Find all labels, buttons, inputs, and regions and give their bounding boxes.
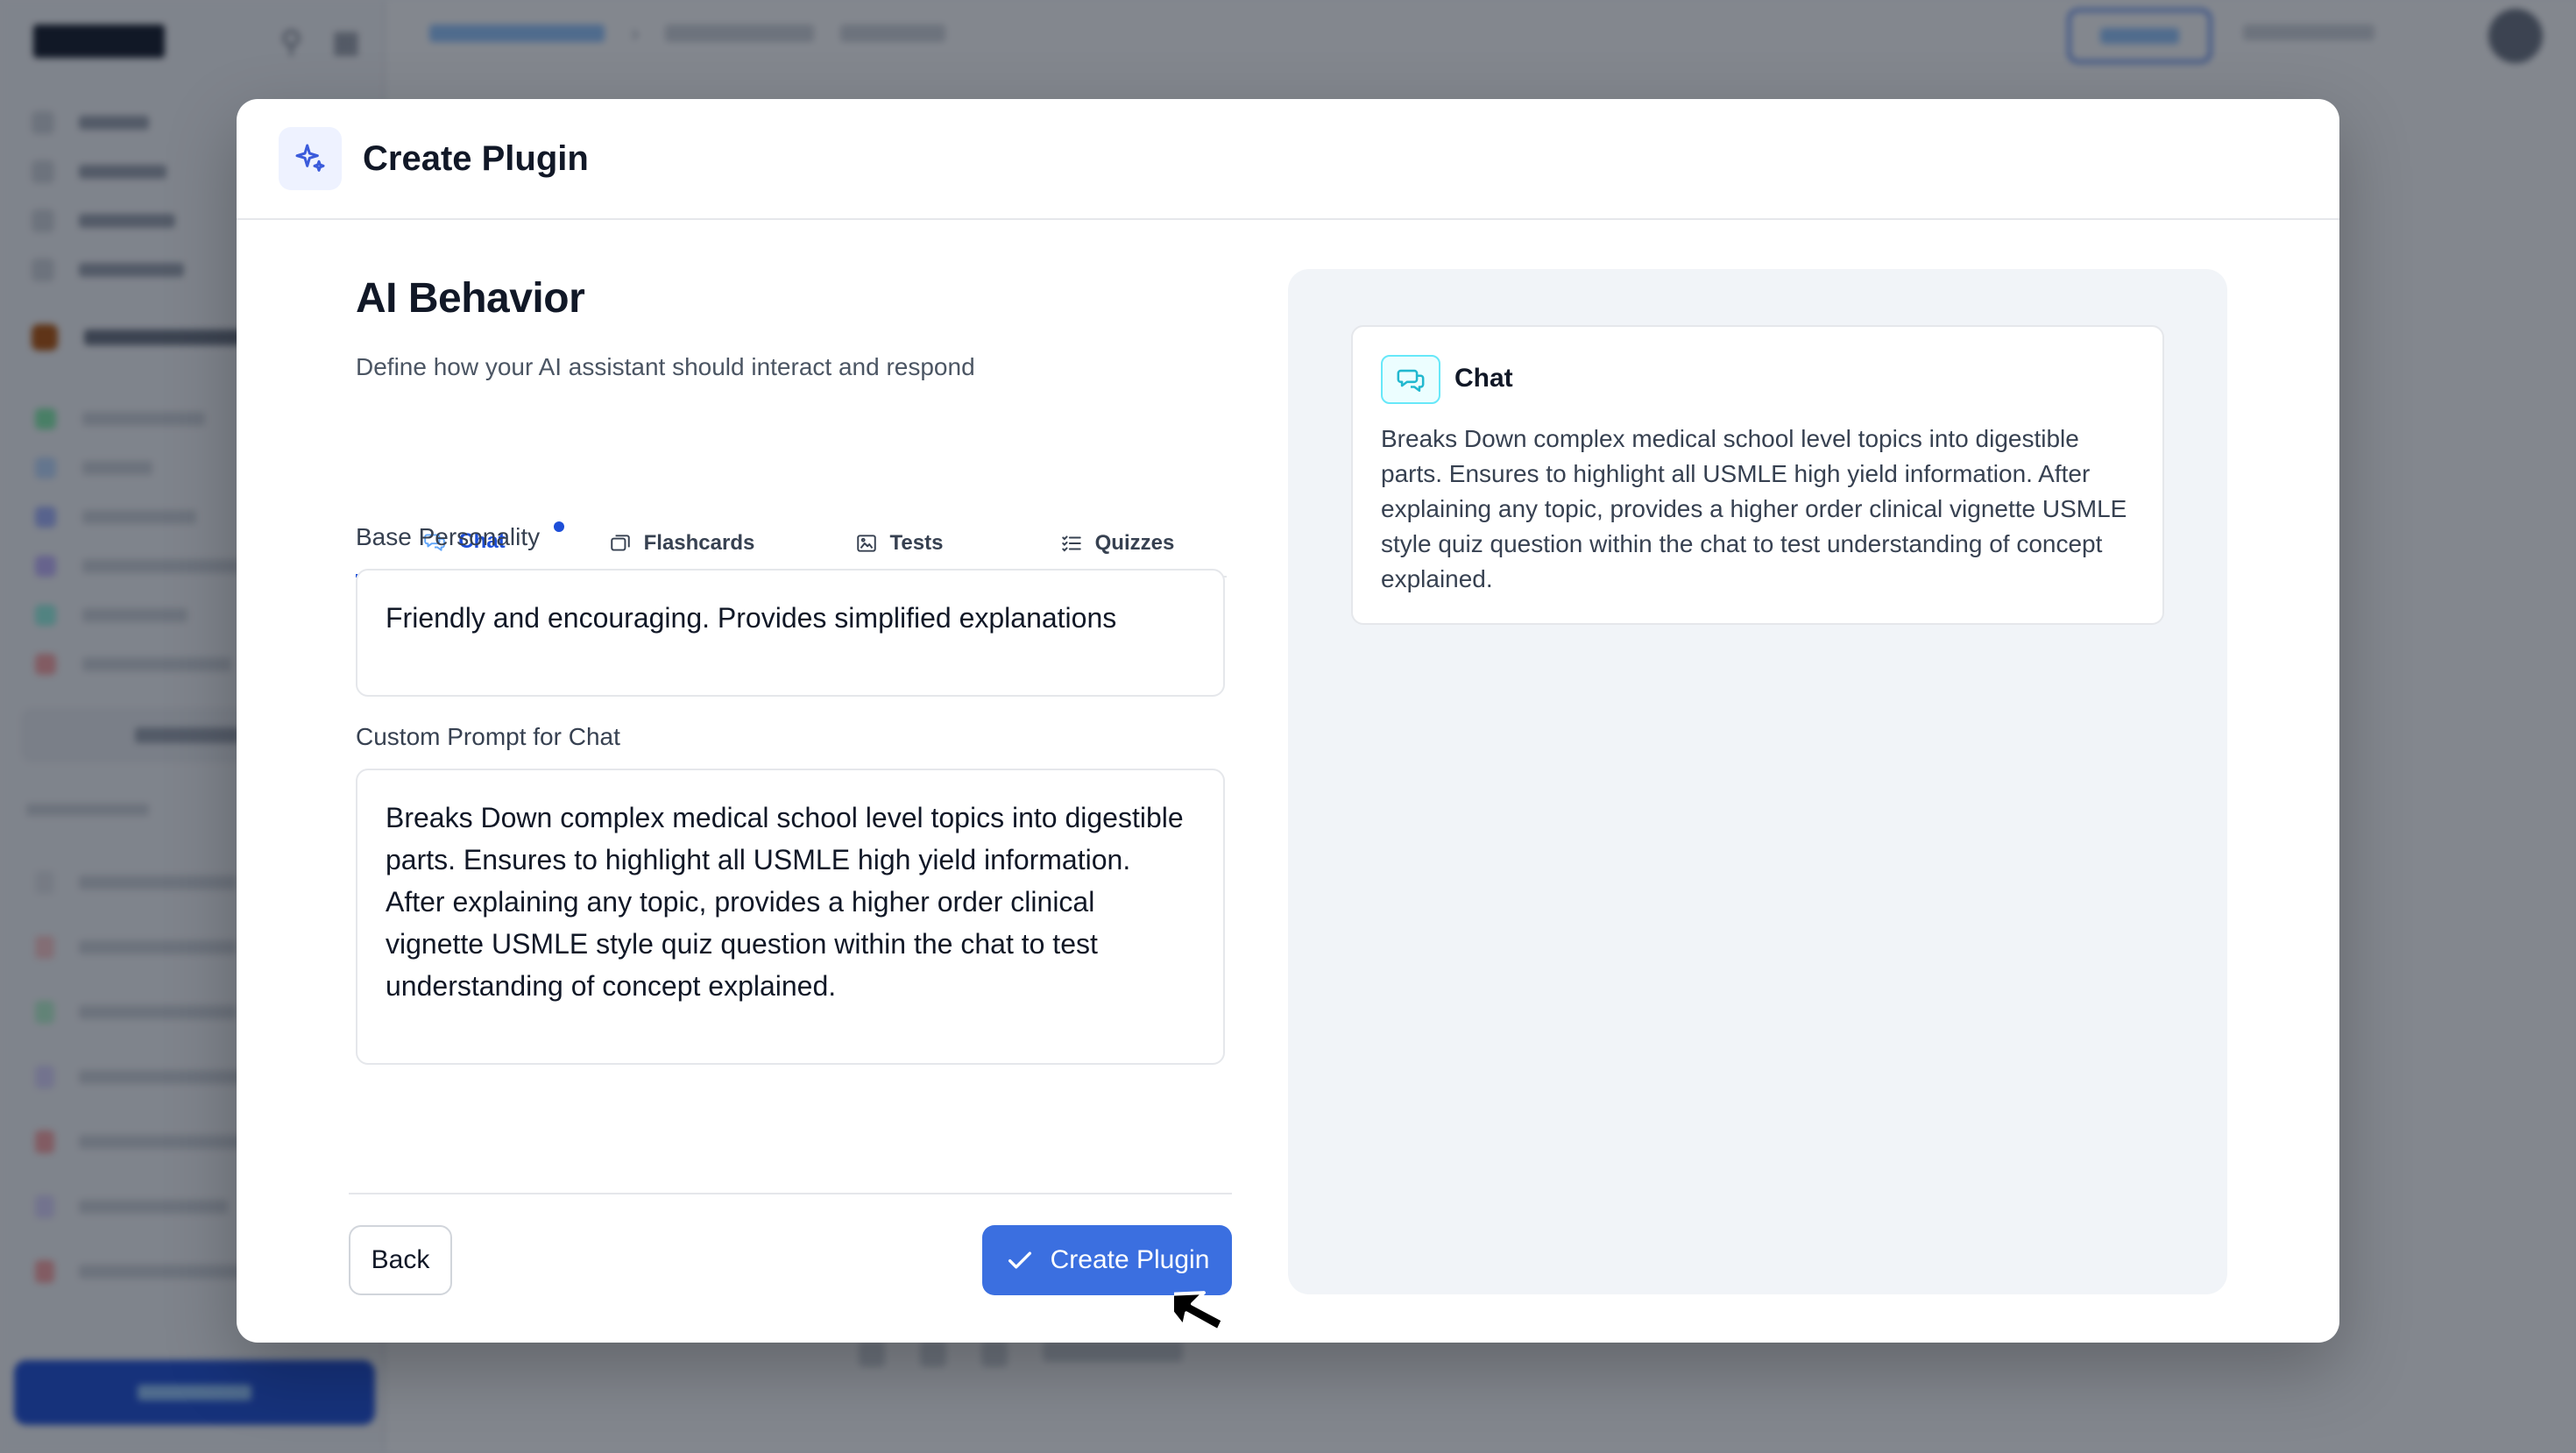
create-plugin-modal: Create Plugin AI Behavior Define how you… — [237, 99, 2339, 1343]
check-icon — [1008, 1251, 1031, 1269]
custom-prompt-input[interactable]: Breaks Down complex medical school level… — [356, 769, 1225, 1065]
tab-tests-label: Tests — [889, 531, 944, 555]
section-title: AI Behavior — [356, 275, 585, 322]
tab-indicator-dot — [554, 521, 564, 532]
preview-card: Chat Breaks Down complex medical school … — [1351, 325, 2164, 625]
preview-panel: Chat Breaks Down complex medical school … — [1288, 269, 2227, 1294]
mouse-cursor-icon — [1157, 1276, 1244, 1359]
sparkles-icon — [279, 127, 342, 190]
tab-quizzes-label: Quizzes — [1094, 531, 1175, 555]
tab-tests[interactable]: Tests — [790, 509, 1008, 578]
base-personality-label: Base Personality — [356, 523, 541, 550]
footer-divider — [349, 1193, 1232, 1194]
custom-prompt-label: Custom Prompt for Chat — [356, 723, 620, 750]
preview-title: Chat — [1454, 364, 1513, 393]
preview-text: Breaks Down complex medical school level… — [1381, 425, 2127, 592]
tab-flashcards[interactable]: Flashcards — [573, 509, 790, 578]
back-button[interactable]: Back — [349, 1225, 452, 1295]
flashcards-icon — [610, 535, 630, 551]
base-personality-input[interactable]: Friendly and encouraging. Provides simpl… — [356, 569, 1225, 697]
modal-title: Create Plugin — [363, 139, 589, 178]
create-plugin-label: Create Plugin — [1050, 1245, 1210, 1274]
checklist-icon — [1061, 535, 1081, 552]
section-subtitle: Define how your AI assistant should inte… — [356, 353, 975, 380]
chat-icon — [1381, 355, 1440, 404]
tab-quizzes[interactable]: Quizzes — [1008, 509, 1227, 578]
tab-flashcards-label: Flashcards — [643, 531, 755, 555]
image-icon — [856, 535, 876, 552]
modal-header: Create Plugin — [237, 99, 2339, 220]
